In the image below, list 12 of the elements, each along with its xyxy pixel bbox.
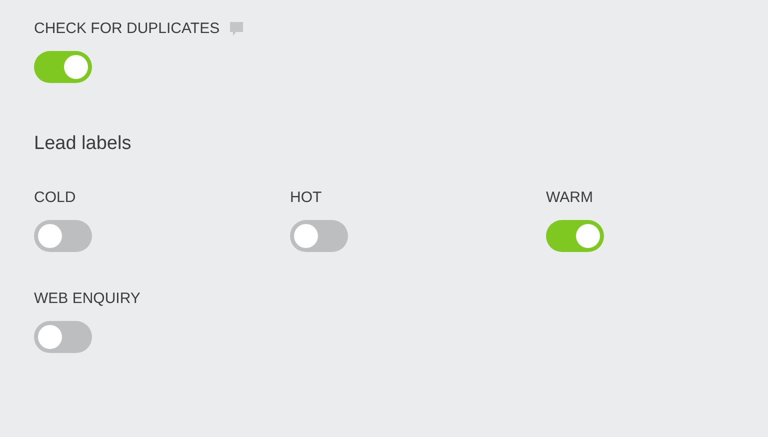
- toggle-switch[interactable]: [546, 220, 604, 252]
- toggle-switch[interactable]: [34, 321, 92, 353]
- setting-label: WARM: [546, 189, 593, 207]
- toggle-switch[interactable]: [34, 220, 92, 252]
- toggle-switch[interactable]: [290, 220, 348, 252]
- setting-label: HOT: [290, 189, 322, 207]
- comment-icon: [230, 22, 243, 36]
- setting-label: CHECK FOR DUPLICATES: [34, 20, 220, 38]
- toggle-switch[interactable]: [34, 51, 92, 83]
- section-heading: Lead labels: [34, 133, 132, 155]
- setting-label: WEB ENQUIRY: [34, 290, 140, 308]
- setting-label: COLD: [34, 189, 76, 207]
